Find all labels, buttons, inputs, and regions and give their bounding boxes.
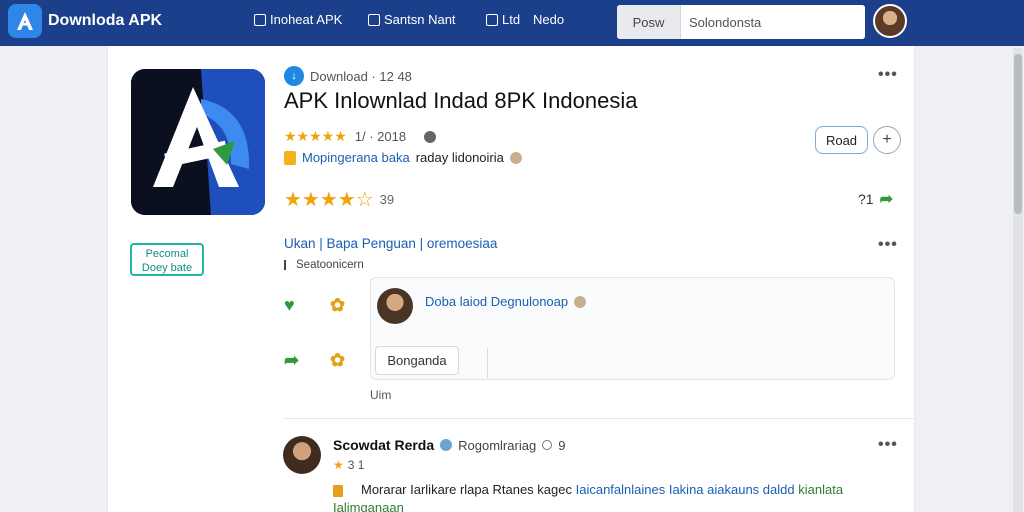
post-stats-text: 3 1 [347, 458, 365, 472]
scrollbar-thumb[interactable] [1014, 54, 1022, 214]
nav-item-label: Ltd [502, 12, 521, 27]
more-icon[interactable]: ••• [878, 436, 898, 454]
download-icon: ↓ [284, 66, 304, 86]
under-label: Uim [370, 388, 392, 402]
comment-box: Doba laiod Degnulonoap Bonganda [370, 277, 895, 380]
more-icon[interactable]: ••• [878, 66, 898, 84]
heart-icon[interactable]: ♥ [284, 295, 295, 316]
nav-item-ltd[interactable]: Ltd [486, 12, 520, 27]
verified-icon [574, 295, 587, 308]
commenter-name[interactable]: Doba laiod Degnulonoap [425, 294, 568, 309]
commenter-avatar[interactable] [377, 288, 413, 324]
brand[interactable]: Downloda APK [8, 4, 162, 38]
post-body-link[interactable]: Iaicanfalnlaines Iakina aiakauns daldd [576, 482, 795, 497]
search-bar: Posw [617, 5, 865, 39]
review-stars-glyphs: ★★★★☆ [284, 189, 374, 211]
nav-item-santsn[interactable]: Santsn Nant [368, 12, 456, 27]
post-icon [333, 484, 343, 497]
post-time: 9 [558, 437, 566, 453]
square-icon [254, 13, 266, 26]
section-tabs[interactable]: Ukan | Bapa Penguan | oremoesiaa [284, 236, 497, 251]
review-stars: ★★★★☆ 39 [284, 187, 394, 212]
app-title: APK Inlownlad Indad 8PK Indonesia [284, 88, 638, 113]
scrollbar[interactable] [1013, 48, 1023, 512]
post-body-text: Morarar Iarlikare rlapa Rtanes kagec [361, 482, 572, 497]
share-count: ?1 [858, 191, 874, 207]
nav-item-label: Santsn Nant [384, 12, 456, 27]
review-count: 39 [379, 192, 395, 207]
share-arrow-icon: ➦ [879, 191, 893, 208]
side-badge[interactable]: Pecomal Doey bate [130, 243, 204, 276]
verified-icon [509, 151, 522, 164]
divider [487, 348, 488, 378]
section-sub-text: Seatoonicern [296, 259, 364, 271]
verified-icon [440, 439, 453, 451]
description-text: raday lidonoiria [415, 150, 504, 165]
nav-item-label: Nedo [533, 12, 565, 27]
info-icon[interactable] [424, 130, 437, 143]
divider [283, 418, 914, 419]
post-author-name[interactable]: Scowdat Rerda [333, 437, 434, 453]
reaction-icon[interactable]: ✿ [330, 350, 345, 371]
top-bar: Downloda APK Inoheat APK Santsn Nant Ltd… [0, 0, 1024, 46]
description-line: Mopingerana baka raday lidonoiria [284, 150, 522, 165]
post-author-handle: Rogomlrariag [458, 437, 537, 453]
flag-icon [284, 260, 292, 270]
post-stats: ★ 3 1 [333, 458, 364, 472]
app-icon [131, 69, 265, 215]
star-icon: ★ [333, 458, 344, 472]
search-input[interactable] [681, 5, 865, 39]
add-button[interactable]: + [873, 126, 901, 154]
rating-text: 1/ · 2018 [354, 129, 407, 144]
image-icon [368, 13, 380, 26]
grid-icon [486, 13, 498, 26]
post-author-avatar[interactable] [283, 436, 321, 474]
nav-item-nedo[interactable]: Nedo [533, 12, 564, 27]
comment-button[interactable]: Bonganda [375, 346, 459, 375]
rating-line: ★★★★★ 1/ · 2018 [284, 128, 437, 145]
bookmark-icon [284, 150, 296, 165]
rating-stars: ★★★★★ [284, 128, 347, 144]
brand-name: Downloda APK [48, 12, 163, 29]
side-badge-line2: Doey bate [141, 262, 193, 274]
share-icon[interactable]: ➦ [284, 350, 299, 371]
more-icon[interactable]: ••• [878, 236, 898, 254]
download-line: ↓ Download · 12 48 [284, 66, 412, 86]
nav-item-label: Inoheat APK [270, 12, 343, 27]
download-text: Download · 12 48 [310, 68, 412, 84]
side-badge-line1: Pecomal [145, 248, 189, 260]
post-header: Scowdat Rerda Rogomlrariag 9 [333, 437, 565, 453]
commenter-name-row: Doba laiod Degnulonoap [425, 294, 587, 309]
search-button[interactable]: Posw [617, 5, 681, 39]
share-row[interactable]: ?1 ➦ [858, 189, 893, 209]
clock-icon [542, 440, 553, 450]
user-avatar[interactable] [873, 4, 907, 38]
post-body: Morarar Iarlikare rlapa Rtanes kagec Iai… [333, 481, 853, 512]
read-button[interactable]: Road [815, 126, 868, 154]
emoji-icon[interactable]: ✿ [330, 295, 345, 316]
nav-item-inoheat[interactable]: Inoheat APK [254, 12, 342, 27]
section-sub: Seatoonicern [284, 259, 364, 271]
description-blue[interactable]: Mopingerana baka [302, 150, 410, 165]
brand-logo-icon [8, 4, 42, 38]
